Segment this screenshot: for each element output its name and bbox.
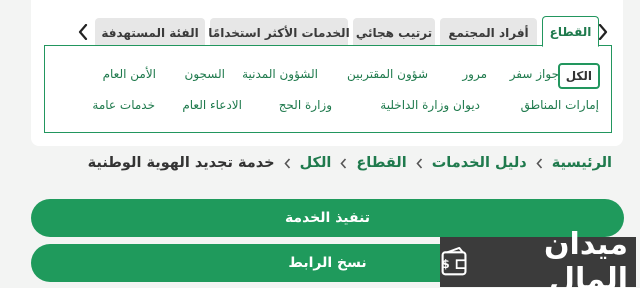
chip-civil-affairs[interactable]: الشؤون المدنية: [242, 67, 318, 81]
breadcrumb-current: خدمة تجديد الهوية الوطنية: [87, 155, 275, 171]
chip-expatriates-affairs[interactable]: شؤون المقتربين: [347, 67, 428, 81]
watermark-logo: ميدان المال $: [440, 227, 636, 288]
execute-service-label: تنفيذ الخدمة: [284, 210, 371, 226]
tab-sector[interactable]: القطاع: [542, 16, 599, 47]
chevron-left-icon: [340, 157, 347, 169]
wallet-money-icon: $: [441, 246, 467, 276]
chevron-right-icon: [598, 24, 608, 40]
chip-interior-ministry-office[interactable]: ديوان وزارة الداخلية: [380, 98, 480, 112]
filter-card: الفئة المستهدفة الخدمات الأكثر استخدامًا…: [31, 0, 623, 146]
svg-text:$: $: [442, 257, 450, 271]
filter-tabs: الفئة المستهدفة الخدمات الأكثر استخدامًا…: [95, 16, 599, 47]
tab-most-used[interactable]: الخدمات الأكثر استخدامًا: [208, 18, 350, 47]
watermark-text: ميدان المال: [543, 227, 628, 288]
chip-public-security[interactable]: الأمن العام: [103, 67, 156, 81]
chip-prisons[interactable]: السجون: [185, 67, 225, 81]
breadcrumb: الرئيسية دليل الخدمات القطاع الكل خدمة ت…: [88, 155, 612, 171]
service-page: الفئة المستهدفة الخدمات الأكثر استخدامًا…: [0, 0, 640, 288]
breadcrumb-sector[interactable]: القطاع: [356, 155, 406, 171]
copy-link-label: نسخ الرابط: [288, 255, 367, 271]
tabs-prev-button[interactable]: [75, 21, 91, 43]
chip-traffic[interactable]: مرور: [462, 67, 487, 81]
chip-all[interactable]: الكل: [557, 63, 600, 89]
chevron-left-icon: [78, 24, 88, 40]
chip-general-services[interactable]: خدمات عامة: [92, 98, 155, 112]
chevron-left-icon: [416, 157, 423, 169]
breadcrumb-services-guide[interactable]: دليل الخدمات: [432, 155, 527, 171]
tab-community-members[interactable]: أفراد المجتمع: [440, 18, 537, 47]
sector-options-panel: الكل جواز سفر مرور شؤون المقتربين الشؤون…: [44, 45, 612, 133]
chip-regional-emirates[interactable]: إمارات المناطق: [521, 98, 599, 112]
tab-alphabetical[interactable]: ترتيب هجائي: [353, 18, 435, 47]
breadcrumb-home[interactable]: الرئيسية: [552, 155, 612, 171]
chip-hajj-ministry[interactable]: وزارة الحج: [279, 98, 332, 112]
chevron-left-icon: [536, 157, 543, 169]
tab-target-audience[interactable]: الفئة المستهدفة: [95, 18, 205, 47]
breadcrumb-all[interactable]: الكل: [300, 155, 332, 171]
chip-passport[interactable]: جواز سفر: [510, 67, 559, 81]
chevron-left-icon: [284, 157, 291, 169]
chip-public-prosecution[interactable]: الادعاء العام: [182, 98, 242, 112]
